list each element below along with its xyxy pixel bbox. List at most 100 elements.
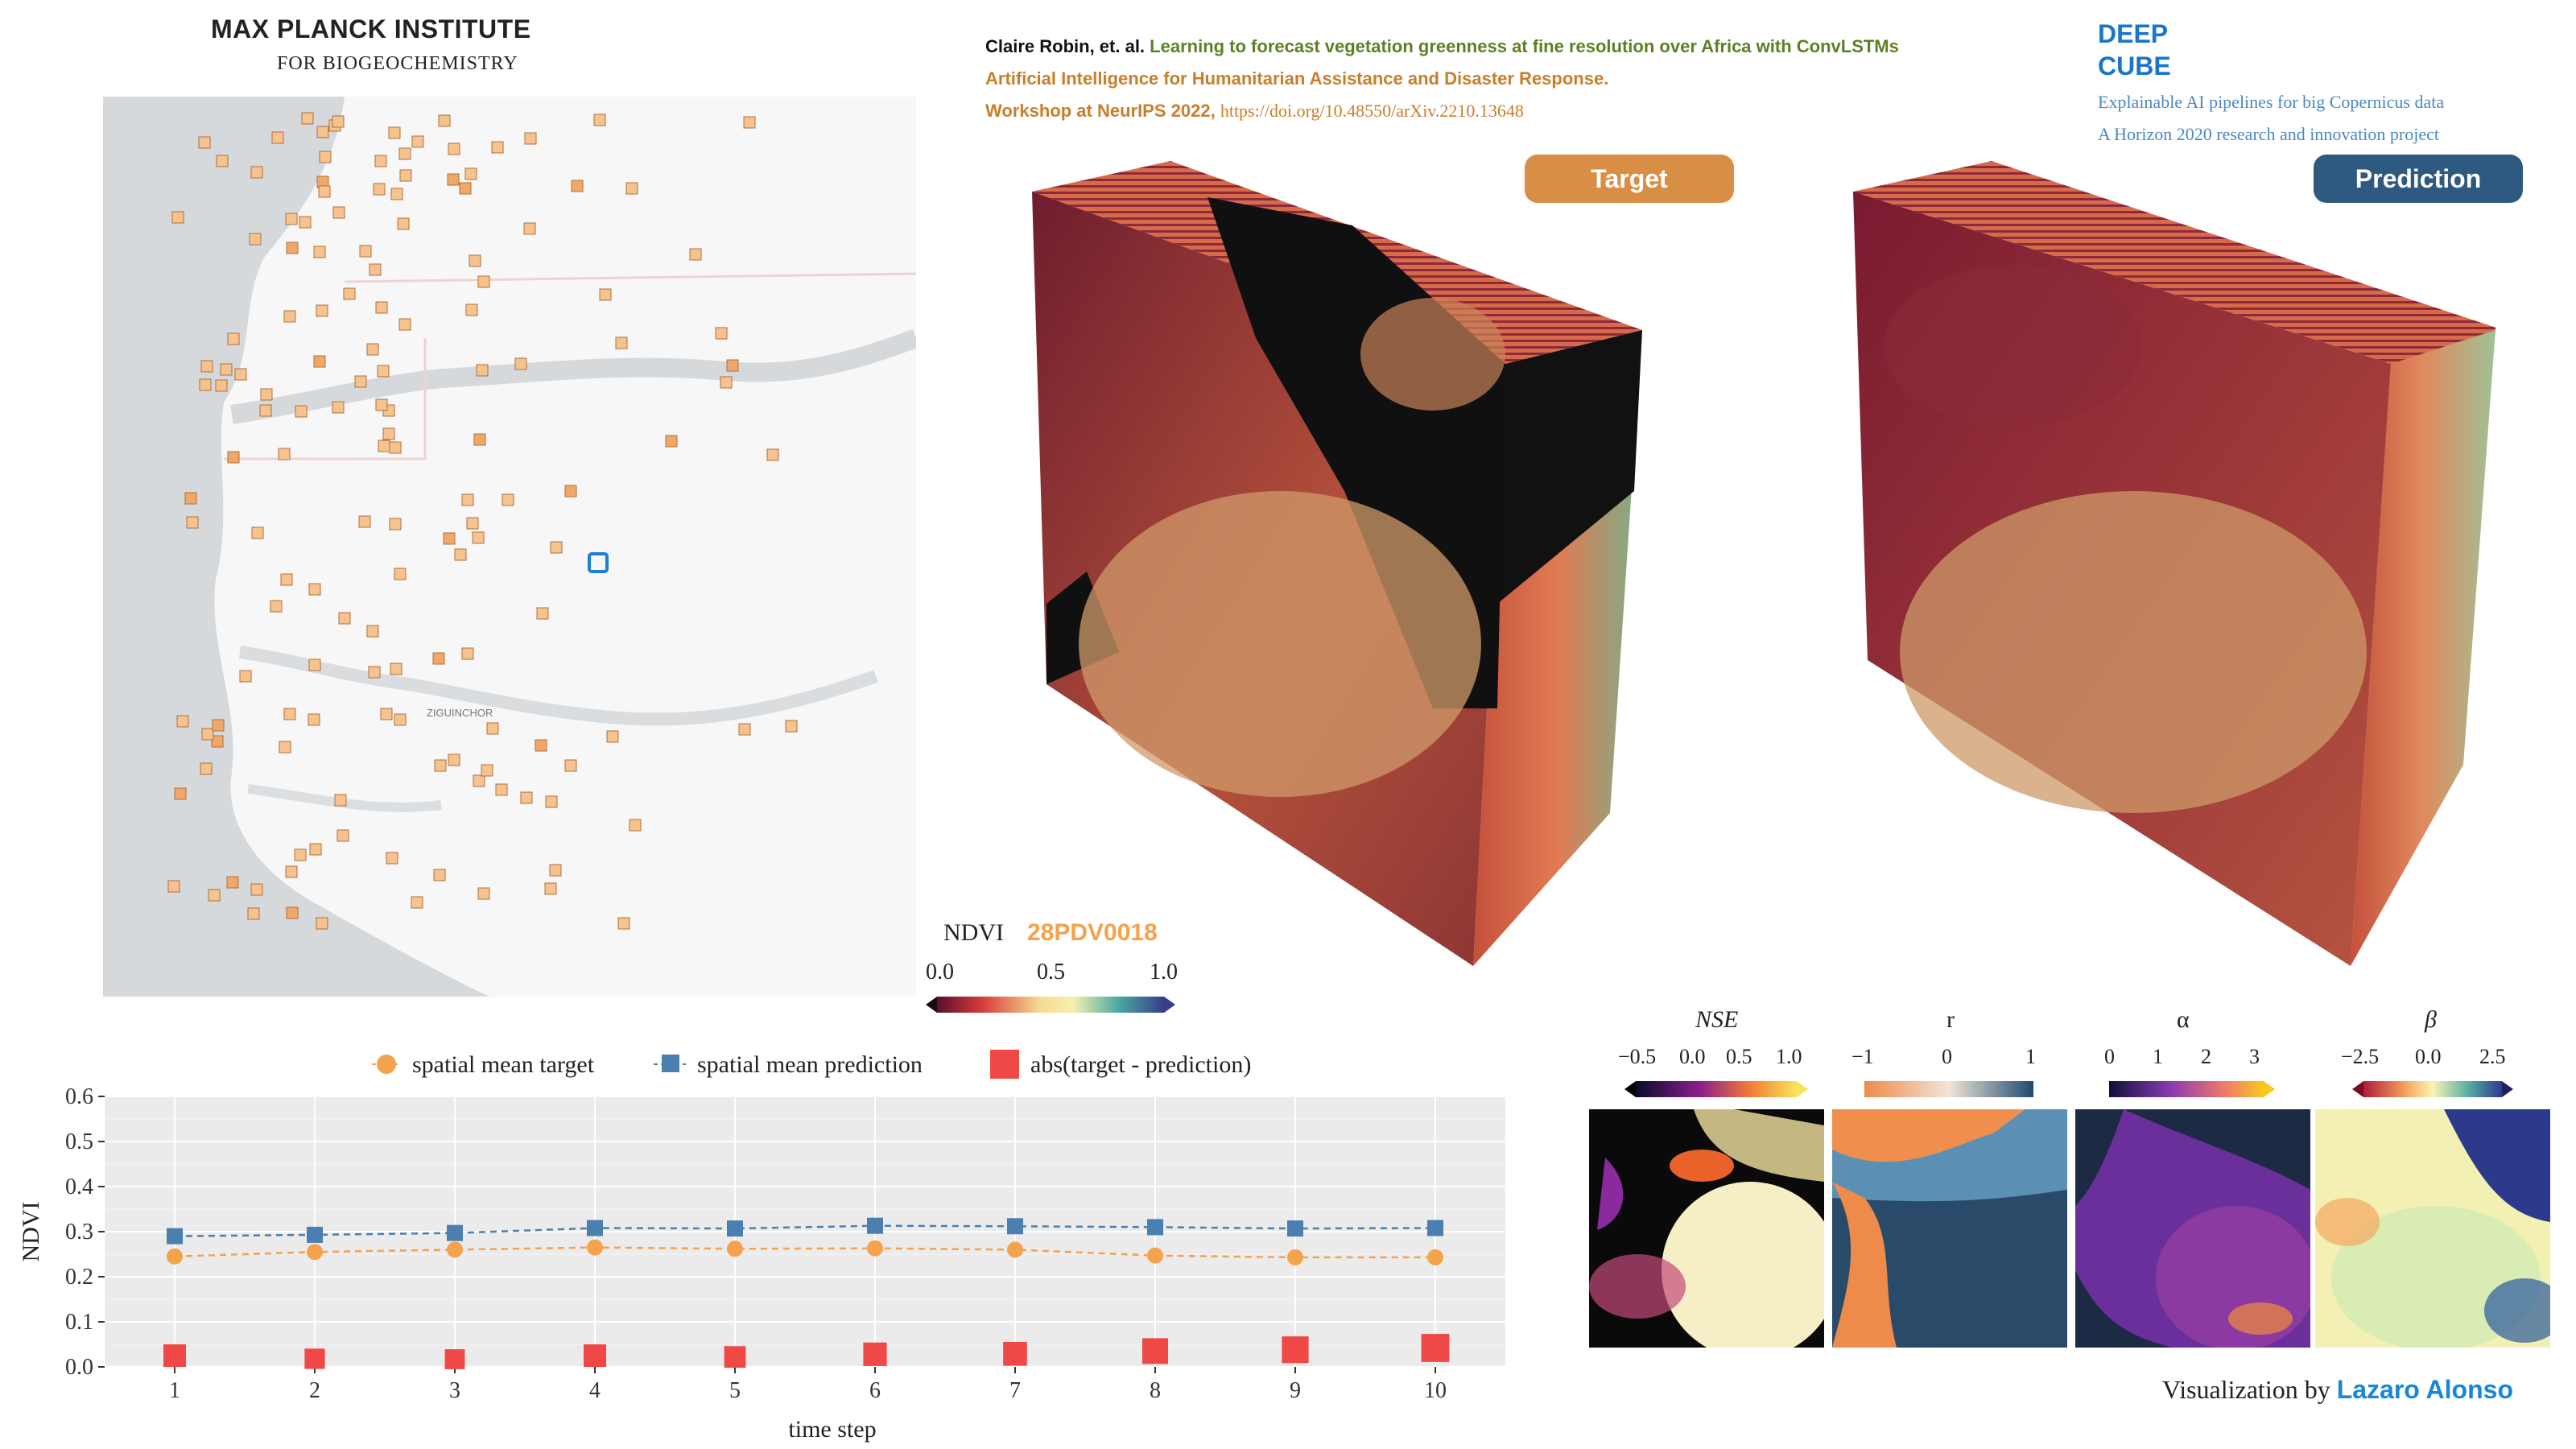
map-tile[interactable]	[743, 116, 756, 129]
map-tile[interactable]	[390, 663, 402, 675]
map-tile[interactable]	[394, 568, 407, 580]
map-tile[interactable]	[464, 167, 477, 180]
map-tile[interactable]	[319, 151, 332, 163]
map-tile[interactable]	[571, 180, 584, 192]
tile-map[interactable]: ZIGUINCHOR	[103, 97, 916, 997]
map-tile[interactable]	[377, 365, 390, 378]
map-tile[interactable]	[461, 493, 474, 506]
map-tile[interactable]	[299, 216, 312, 229]
map-tile[interactable]	[215, 379, 228, 392]
map-tile[interactable]	[336, 829, 349, 842]
map-tile[interactable]	[343, 287, 356, 300]
map-tile[interactable]	[389, 441, 402, 454]
map-tile[interactable]	[286, 242, 299, 254]
map-tile[interactable]	[200, 762, 213, 775]
map-tile[interactable]	[399, 169, 412, 182]
map-tile[interactable]	[476, 364, 489, 377]
map-tile[interactable]	[199, 378, 212, 391]
map-tile[interactable]	[366, 625, 379, 638]
map-tile[interactable]	[212, 719, 225, 732]
map-tile[interactable]	[785, 720, 798, 733]
map-tile[interactable]	[382, 427, 395, 440]
map-tile[interactable]	[308, 658, 321, 671]
map-tile[interactable]	[369, 263, 382, 276]
map-tile[interactable]	[398, 147, 411, 160]
map-tile[interactable]	[738, 723, 751, 736]
map-tile[interactable]	[250, 883, 263, 896]
map-tile[interactable]	[390, 188, 403, 200]
map-tile[interactable]	[316, 304, 328, 317]
map-tile[interactable]	[234, 368, 247, 381]
map-tile[interactable]	[544, 882, 557, 895]
map-tile[interactable]	[308, 583, 321, 596]
map-tile[interactable]	[216, 155, 229, 167]
map-tile[interactable]	[316, 126, 329, 138]
map-tile[interactable]	[448, 753, 460, 766]
map-tile[interactable]	[465, 303, 478, 316]
map-tile[interactable]	[259, 404, 272, 417]
map-tile[interactable]	[549, 864, 562, 877]
map-tile[interactable]	[495, 783, 508, 796]
map-tile[interactable]	[332, 115, 345, 128]
map-tile[interactable]	[386, 852, 398, 865]
map-tile[interactable]	[502, 493, 514, 506]
map-tile[interactable]	[625, 182, 638, 195]
map-tile[interactable]	[447, 173, 460, 186]
map-tile[interactable]	[473, 774, 485, 787]
map-tile[interactable]	[606, 730, 619, 743]
map-tile[interactable]	[198, 136, 211, 149]
map-tile[interactable]	[459, 182, 472, 195]
map-tile[interactable]	[285, 865, 298, 878]
map-tile[interactable]	[318, 185, 331, 198]
map-tile[interactable]	[394, 713, 407, 726]
map-tile[interactable]	[469, 254, 481, 267]
map-tile[interactable]	[599, 288, 612, 301]
map-tile[interactable]	[514, 357, 527, 370]
map-tile[interactable]	[689, 248, 702, 261]
map-tile[interactable]	[433, 869, 446, 881]
doi-link[interactable]: https://doi.org/10.48550/arXiv.2210.1364…	[1220, 101, 1524, 121]
map-tile[interactable]	[313, 246, 326, 258]
map-tile[interactable]	[380, 708, 393, 720]
map-tile[interactable]	[186, 516, 199, 529]
map-tile[interactable]	[332, 401, 345, 414]
map-tile[interactable]	[208, 889, 221, 902]
map-tile[interactable]	[279, 741, 291, 753]
map-tile[interactable]	[313, 355, 326, 368]
map-tile[interactable]	[473, 433, 486, 446]
map-tile[interactable]	[332, 206, 345, 219]
map-tile[interactable]	[564, 485, 577, 497]
map-tile[interactable]	[200, 360, 213, 373]
map-tile[interactable]	[184, 492, 197, 505]
map-tile[interactable]	[398, 318, 411, 331]
map-tile[interactable]	[550, 541, 563, 554]
map-tile[interactable]	[358, 515, 371, 528]
map-tile[interactable]	[239, 670, 252, 683]
map-tile[interactable]	[220, 363, 233, 376]
map-tile[interactable]	[726, 359, 739, 372]
map-tile[interactable]	[472, 531, 485, 544]
map-tile[interactable]	[250, 166, 263, 179]
map-tile[interactable]	[524, 132, 537, 145]
map-tile[interactable]	[388, 126, 401, 139]
map-tile[interactable]	[374, 155, 387, 167]
map-tile[interactable]	[295, 405, 308, 418]
map-tile[interactable]	[201, 728, 214, 741]
map-tile[interactable]	[411, 896, 423, 909]
map-tile[interactable]	[397, 217, 410, 230]
map-tile[interactable]	[260, 388, 273, 401]
map-tile[interactable]	[481, 764, 493, 777]
map-tile[interactable]	[720, 376, 733, 389]
map-tile[interactable]	[438, 114, 451, 127]
map-tile[interactable]	[486, 722, 499, 735]
map-tile[interactable]	[477, 887, 490, 900]
map-tile[interactable]	[520, 791, 533, 804]
map-tile[interactable]	[375, 398, 388, 411]
map-tile[interactable]	[301, 112, 314, 125]
map-tile[interactable]	[270, 600, 283, 613]
map-tile[interactable]	[617, 917, 630, 930]
map-tile[interactable]	[249, 233, 262, 246]
map-tile[interactable]	[629, 819, 642, 832]
map-tile[interactable]	[448, 142, 460, 155]
map-tile[interactable]	[174, 787, 187, 800]
